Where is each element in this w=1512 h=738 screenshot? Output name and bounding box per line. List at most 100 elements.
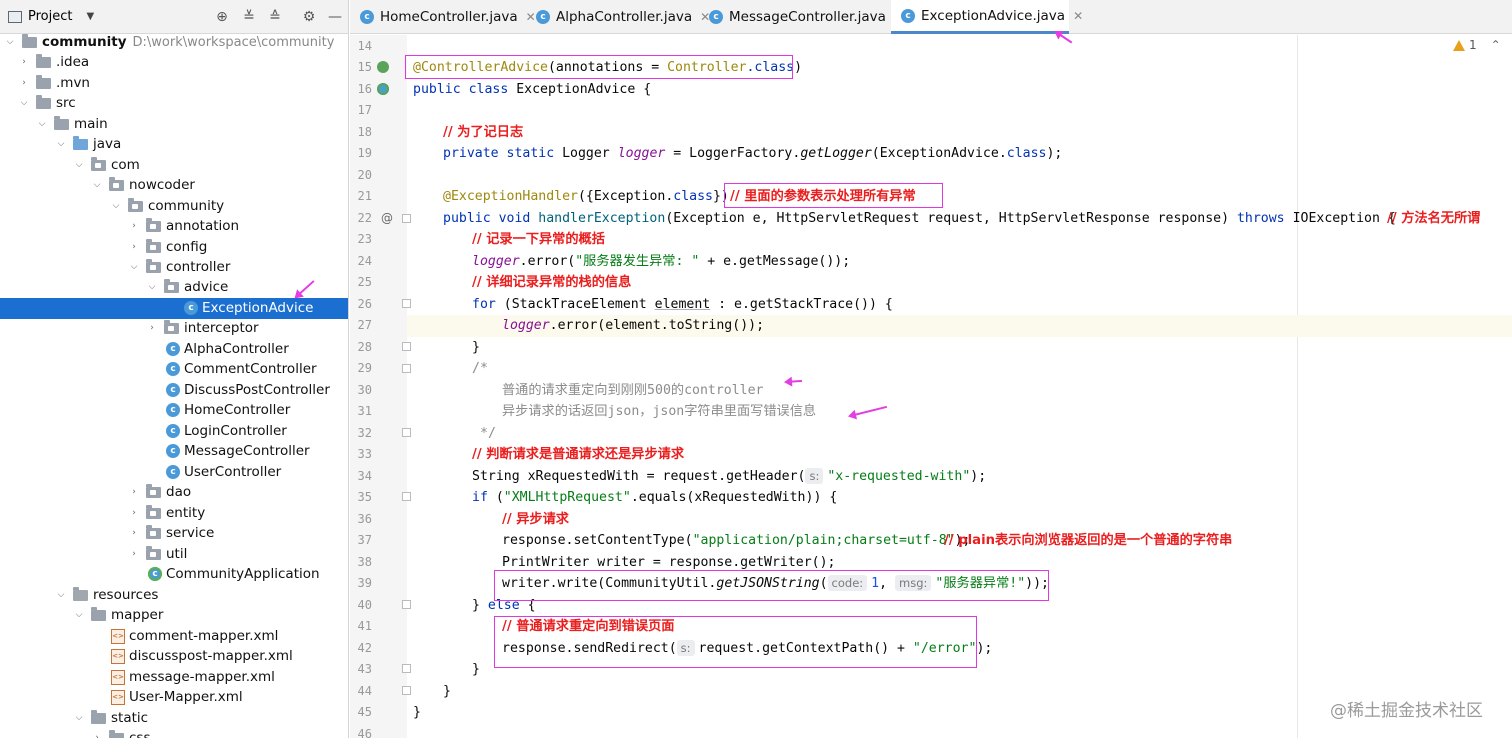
tree-item-label: HomeController <box>184 402 291 419</box>
tree-item-nowcoder[interactable]: ⌵ nowcoder <box>0 175 348 196</box>
tree-item-label: .mvn <box>56 75 90 92</box>
tree-item-homecontroller[interactable]: c HomeController <box>0 400 348 421</box>
expand-all-icon[interactable]: ≚ <box>240 8 258 26</box>
fold-marker-icon[interactable] <box>402 664 411 673</box>
minimize-icon[interactable]: — <box>326 8 344 26</box>
spring-bean-icon[interactable] <box>377 61 389 73</box>
code-line-22: public void handlerException(Exception e… <box>443 211 1396 226</box>
tree-item-usercontroller[interactable]: c UserController <box>0 462 348 483</box>
java-class-icon: c <box>166 362 180 377</box>
tree-item-message-mapper[interactable]: <> message-mapper.xml <box>0 667 348 688</box>
line-number: 22 <box>357 211 372 225</box>
spring-class-icon[interactable] <box>377 83 389 95</box>
project-title: Project <box>28 9 73 24</box>
fold-marker-icon[interactable] <box>402 492 411 501</box>
tree-item-label: CommunityApplication <box>166 566 320 583</box>
project-view-selector[interactable]: Project ▼ <box>8 9 94 24</box>
code-line-31: 异步请求的话返回json，json字符串里面写错误信息 <box>502 404 817 419</box>
collapse-all-icon[interactable]: ≙ <box>266 8 284 26</box>
tree-item-commentcontroller[interactable]: c CommentController <box>0 359 348 380</box>
tree-item-com[interactable]: ⌵ com <box>0 155 348 176</box>
tree-item-interceptor[interactable]: › interceptor <box>0 318 348 339</box>
line-number: 16 <box>357 82 372 96</box>
tree-item-util[interactable]: › util <box>0 544 348 565</box>
annotation-at-icon[interactable]: @ <box>381 211 393 225</box>
tree-item-java[interactable]: ⌵ java <box>0 134 348 155</box>
tree-item-messagecontroller[interactable]: c MessageController <box>0 441 348 462</box>
fold-marker-icon[interactable] <box>402 214 411 223</box>
locate-icon[interactable]: ⊕ <box>213 8 231 26</box>
tree-item-comment-mapper[interactable]: <> comment-mapper.xml <box>0 626 348 647</box>
tree-item-discusspostcontroller[interactable]: c DiscussPostController <box>0 380 348 401</box>
code-line-16: public class ExceptionAdvice { <box>413 82 652 97</box>
folder-icon <box>91 606 106 621</box>
tree-item-communityapplication[interactable]: c CommunityApplication <box>0 564 348 585</box>
tree-item-mvn[interactable]: › .mvn <box>0 73 348 94</box>
tree-item-label: annotation <box>166 218 240 235</box>
project-header: Project ▼ ⊕ ≚ ≙ ⚙ — <box>0 0 348 34</box>
fold-marker-icon[interactable] <box>402 428 411 437</box>
code-line-26: for (StackTraceElement element : e.getSt… <box>472 297 893 312</box>
tree-item-community-pkg[interactable]: ⌵ community <box>0 196 348 217</box>
tree-item-service[interactable]: › service <box>0 523 348 544</box>
tree-item-community-root[interactable]: ⌵ community D:\work\workspace\community <box>0 32 348 53</box>
tree-item-resources[interactable]: ⌵ resources <box>0 585 348 606</box>
line-number: 17 <box>357 103 372 117</box>
package-icon <box>146 504 161 519</box>
tree-item-idea[interactable]: › .idea <box>0 52 348 73</box>
fold-marker-icon[interactable] <box>402 686 411 695</box>
folder-icon <box>36 74 51 89</box>
tree-item-config[interactable]: › config <box>0 237 348 258</box>
line-number: 27 <box>357 318 372 332</box>
chevron-down-icon: ⌵ <box>38 119 46 130</box>
tree-item-static[interactable]: ⌵ static <box>0 708 348 729</box>
gear-icon[interactable]: ⚙ <box>300 8 318 26</box>
code-comment-37: // plain表示向浏览器返回的是一个普通的字符串 <box>944 533 1233 548</box>
tree-item-css[interactable]: › css <box>0 728 348 738</box>
close-icon[interactable]: ✕ <box>1073 9 1083 23</box>
tree-item-controller[interactable]: ⌵ controller <box>0 257 348 278</box>
tree-item-label: resources <box>93 587 159 604</box>
line-number: 44 <box>357 684 372 698</box>
code-line-37: response.setContentType("application/pla… <box>502 533 971 548</box>
inspection-widget[interactable]: 1 ⌃ ⌄ <box>1453 38 1512 52</box>
tree-item-alphacontroller[interactable]: c AlphaController <box>0 339 348 360</box>
line-number: 18 <box>357 125 372 139</box>
tree-item-label: LoginController <box>184 423 287 440</box>
annotation-box-comment <box>724 183 943 208</box>
tree-item-discusspost-mapper[interactable]: <> discusspost-mapper.xml <box>0 646 348 667</box>
tab-messagecontroller[interactable]: c MessageController.java ✕ <box>699 0 904 34</box>
tab-exceptionadvice[interactable]: c ExceptionAdvice.java ✕ <box>891 0 1083 34</box>
line-number: 21 <box>357 189 372 203</box>
tree-item-dao[interactable]: › dao <box>0 482 348 503</box>
fold-marker-icon[interactable] <box>402 600 411 609</box>
tree-item-label: mapper <box>111 607 164 624</box>
tree-item-entity[interactable]: › entity <box>0 503 348 524</box>
tree-item-annotation[interactable]: › annotation <box>0 216 348 237</box>
package-icon <box>91 156 106 171</box>
resources-folder-icon <box>73 586 88 601</box>
tree-item-mapper[interactable]: ⌵ mapper <box>0 605 348 626</box>
tree-item-main[interactable]: ⌵ main <box>0 114 348 135</box>
fold-marker-icon[interactable] <box>402 299 411 308</box>
package-icon <box>146 258 161 273</box>
line-number: 35 <box>357 490 372 504</box>
chevron-up-icon[interactable]: ⌃ <box>1491 38 1501 52</box>
line-number: 38 <box>357 555 372 569</box>
line-number: 14 <box>357 39 372 53</box>
fold-marker-icon[interactable] <box>402 364 411 373</box>
chevron-down-icon: ⌵ <box>75 160 83 171</box>
tree-item-logincontroller[interactable]: c LoginController <box>0 421 348 442</box>
tab-homecontroller[interactable]: c HomeController.java ✕ <box>350 0 536 34</box>
chevron-down-icon: ⌵ <box>148 282 156 293</box>
java-class-icon: c <box>360 10 374 24</box>
tab-alphacontroller[interactable]: c AlphaController.java ✕ <box>526 0 710 34</box>
tree-item-src[interactable]: ⌵ src <box>0 93 348 114</box>
chevron-right-icon: › <box>132 487 136 498</box>
tree-item-label: config <box>166 239 208 256</box>
tree-item-label: util <box>166 546 188 563</box>
code-line-33: // 判断请求是普通请求还是异步请求 <box>472 447 685 462</box>
fold-marker-icon[interactable] <box>402 342 411 351</box>
xml-file-icon: <> <box>111 628 125 644</box>
tree-item-user-mapper[interactable]: <> User-Mapper.xml <box>0 687 348 708</box>
